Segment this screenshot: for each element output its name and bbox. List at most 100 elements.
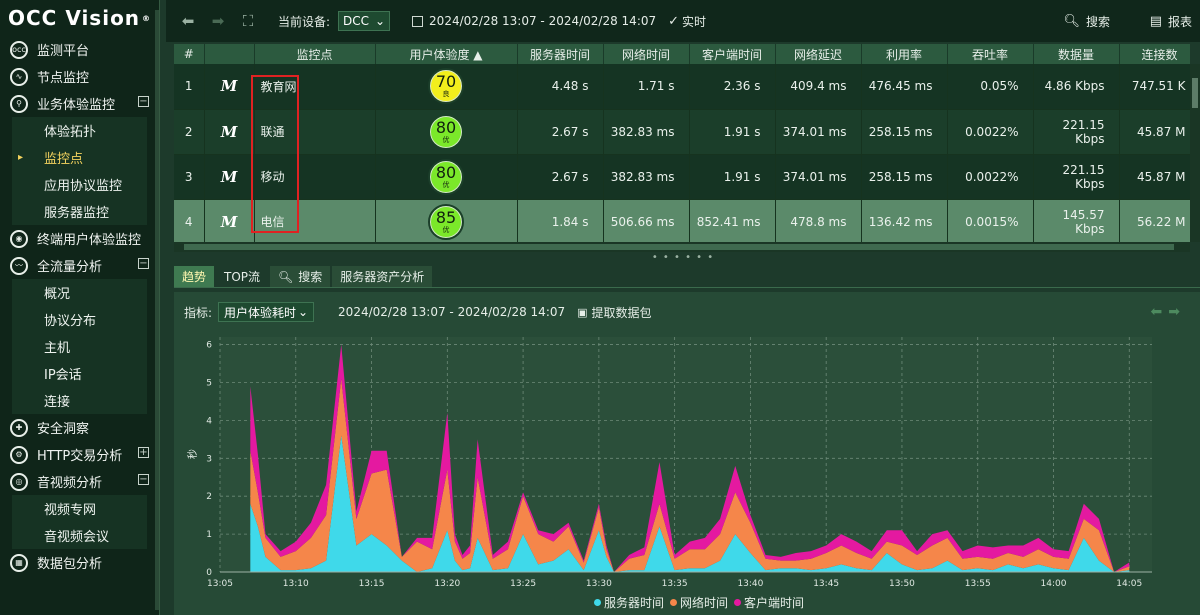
col-utilization-header[interactable]: 利用率 [861,44,948,64]
cell-network-time: 1.91 s [689,154,776,200]
tab-top-flows[interactable]: TOP流 [216,266,268,287]
y-tick-label: 2 [206,492,212,502]
package-icon: ▣ [577,305,588,319]
col-server-time-header[interactable]: 服务器时间 [517,44,604,64]
sidebar-subitem[interactable]: 协议分布 [12,306,147,333]
sidebar-item[interactable]: ⚙ HTTP交易分析 + [0,441,159,468]
col-mark-header[interactable] [204,44,255,64]
score-grade: 优 [442,180,450,189]
row-index: 4 [174,199,205,242]
cell-latency: 258.15 ms [861,154,948,200]
device-select[interactable]: DCC ⌄ [338,11,391,31]
table-row[interactable]: 1 M 教育网 70 良 4.48 s 1.71 s 2.36 s 409.4 ms 476.45… [174,64,1190,110]
back-arrow-icon[interactable]: ⬅ [180,13,196,29]
metric-label: 指标: [184,305,213,320]
table-row[interactable]: 2 M 联通 80 优 2.67 s 382.83 ms 1.91 s 374.01 ms 258… [174,109,1190,155]
sidebar-scrollbar[interactable] [155,10,159,610]
cell-network-time: 1.91 s [689,109,776,155]
col-volume-header[interactable]: 数据量 [1033,44,1120,64]
realtime-checkbox[interactable]: ✓ 实时 [668,13,706,30]
fetch-packets-button[interactable]: ▣ 提取数据包 [577,304,651,321]
cell-network-time: 852.41 ms [689,199,776,242]
report-button[interactable]: ▤ 报表 [1150,13,1192,30]
table-horizontal-scrollbar[interactable] [174,242,1190,252]
sidebar-subitem[interactable]: 主机 [12,333,147,360]
collapse-icon[interactable]: − [138,96,149,107]
tab-search[interactable]: 🔍︎ 搜索 [270,266,331,287]
collapse-icon[interactable]: − [138,258,149,269]
occ-icon: occ [10,40,28,59]
sidebar-subitem[interactable]: 连接 [12,387,147,414]
expand-icon[interactable]: + [138,447,149,458]
sidebar-item-label: HTTP交易分析 [37,449,123,464]
col-index-header[interactable]: # [174,44,205,64]
experience-score-badge: 80 优 [428,158,464,195]
table-row[interactable]: 4 M 电信 85 优 1.84 s 506.66 ms 852.41 ms 478.8 ms 1… [174,199,1190,242]
x-tick-label: 13:55 [965,579,991,589]
sidebar-item[interactable]: ◉ 终端用户体验监控 [0,225,159,252]
app-logo[interactable]: OCC Vision ® [0,0,159,36]
monitor-mark-cell: M [204,199,255,242]
terminal-icon: ◉ [10,229,28,248]
check-icon: ✓ [668,13,680,29]
collapse-icon[interactable]: − [138,474,149,485]
sidebar-subgroup: 概况 协议分布 主机 IP会话 连接 [12,279,147,414]
x-tick-label: 13:10 [283,579,309,589]
sidebar-item[interactable]: 〰全流量分析 − [0,252,159,279]
sidebar-item[interactable]: ⚲ 业务体验监控 − [0,90,159,117]
experience-score-badge: 85 优 [428,203,464,240]
sidebar-item[interactable]: occ 监测平台 [0,36,159,63]
sidebar-item[interactable]: ✚ 安全洞察 [0,414,159,441]
cell-volume: 747.51 K [1119,64,1190,110]
forward-arrow-icon[interactable]: ➡ [210,13,226,29]
metric-select[interactable]: 用户体验耗时 ⌄ [218,302,315,322]
col-monitor-point-header[interactable]: 监控点 [254,44,376,64]
sidebar-item-label: 终端用户体验监控 [37,233,142,248]
table-row[interactable]: 3 M 移动 80 优 2.67 s 382.83 ms 1.91 s 374.01 ms 258… [174,154,1190,200]
sidebar-subitem[interactable]: 应用协议监控 [12,171,147,198]
col-latency-header[interactable]: 网络延迟 [775,44,862,64]
row-index: 1 [174,64,205,110]
sidebar-item[interactable]: ∿ 节点监控 [0,63,159,90]
sidebar-subitem[interactable]: 视频专网 [12,495,147,522]
row-index: 3 [174,154,205,200]
sidebar-subitem[interactable]: IP会话 [12,360,147,387]
search-icon: 🔍︎ [1063,13,1080,29]
table-vertical-scrollbar[interactable] [1190,64,1200,242]
search-button[interactable]: 🔍︎ 搜索 [1063,13,1110,30]
sidebar-item[interactable]: ◎ 音视频分析 − [0,468,159,495]
sidebar-subitem[interactable]: 音视频会议 [12,522,147,549]
col-experience-header[interactable]: 用户体验度 ▲ [375,44,518,64]
score-value: 70 [435,72,457,92]
score-value: 80 [435,162,457,182]
col-connections-header[interactable]: 连接数 [1119,44,1190,64]
cell-utilization: 0.0015% [947,199,1034,242]
time-range-picker[interactable]: 2024/02/28 13:07 - 2024/02/28 14:07 [412,14,656,28]
fullscreen-icon[interactable]: ⛶ [240,13,256,29]
legend-item[interactable]: 网络时间 [670,594,728,611]
monitor-point-name: 电信 [254,199,376,242]
calendar-icon [412,15,424,27]
chart-nav-arrows[interactable]: ⬅➡ [1151,304,1186,320]
sidebar-subitem[interactable]: 监控点 [12,144,147,171]
x-tick-label: 14:05 [1116,579,1142,589]
legend-label: 服务器时间 [604,596,665,610]
score-value: 85 [435,207,457,227]
cell-throughput: 145.57 Kbps [1033,199,1120,242]
sidebar-item[interactable]: ▦ 数据包分析 [0,549,159,576]
col-client-time-header[interactable]: 客户端时间 [689,44,776,64]
search-icon: 🔍︎ [278,269,294,284]
panel-splitter-handle[interactable]: • • • • • • [166,253,1200,265]
col-throughput-header[interactable]: 吞吐率 [947,44,1034,64]
sidebar-subitem[interactable]: 服务器监控 [12,198,147,225]
legend-item[interactable]: 客户端时间 [734,594,804,611]
tab-server-assets[interactable]: 服务器资产分析 [332,266,433,287]
sidebar-subitem[interactable]: 概况 [12,279,147,306]
tab-trend[interactable]: 趋势 [174,266,215,287]
sidebar-subitem[interactable]: 体验拓扑 [12,117,147,144]
x-tick-label: 14:00 [1041,579,1067,589]
col-network-time-header[interactable]: 网络时间 [603,44,690,64]
legend-item[interactable]: 服务器时间 [594,594,664,611]
x-tick-label: 13:45 [813,579,839,589]
x-tick-label: 13:35 [662,579,688,589]
